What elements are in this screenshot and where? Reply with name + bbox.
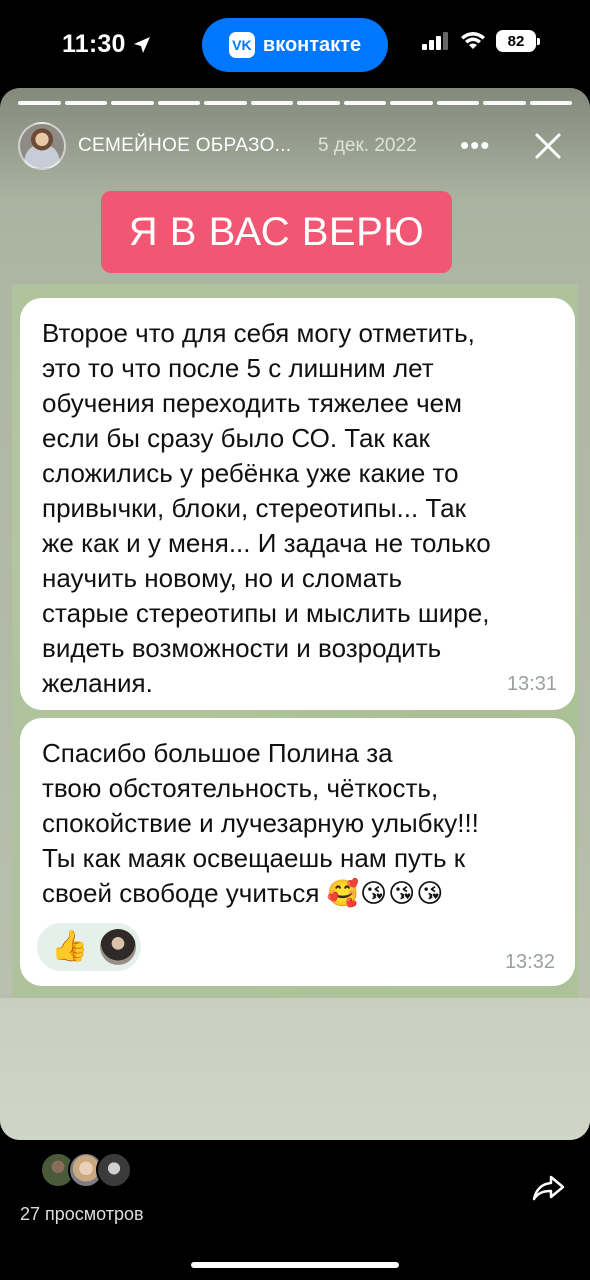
viewer-avatars[interactable] — [40, 1152, 132, 1188]
story-viewer[interactable]: СЕМЕЙНОЕ ОБРАЗО... 5 дек. 2022 ••• Я В В… — [0, 88, 590, 1140]
progress-segment — [297, 101, 340, 105]
vk-pill-label: вконтакте — [262, 33, 362, 56]
clock: 11:30 — [62, 30, 126, 58]
reaction-chip[interactable]: 👍 — [37, 923, 141, 971]
message-bubble: Второе что для себя могу отметить, это т… — [20, 298, 575, 710]
views-count[interactable]: 27 просмотров — [20, 1204, 144, 1225]
progress-segment — [343, 101, 386, 105]
more-options-icon[interactable]: ••• — [460, 130, 490, 161]
progress-segment — [436, 101, 479, 105]
message-text: Спасибо большое Полина за твою обстоятел… — [42, 736, 562, 911]
progress-segment — [250, 101, 293, 105]
status-time: 11:30 — [62, 30, 152, 59]
story-bottom-area — [0, 998, 590, 1140]
share-icon[interactable] — [532, 1174, 566, 1202]
message-emojis: 🥰😘😘😘 — [326, 878, 445, 908]
vk-back-pill[interactable]: VK вконтакте — [202, 18, 388, 72]
story-author[interactable]: СЕМЕЙНОЕ ОБРАЗО... — [78, 135, 291, 157]
story-sticker: Я В ВАС ВЕРЮ — [101, 191, 452, 273]
progress-segment — [204, 101, 247, 105]
progress-segment — [483, 101, 526, 105]
progress-segment — [64, 101, 107, 105]
story-progress-bar — [18, 101, 572, 105]
progress-segment — [111, 101, 154, 105]
progress-segment — [157, 101, 200, 105]
progress-segment — [18, 101, 61, 105]
progress-segment — [390, 101, 433, 105]
close-icon[interactable] — [534, 132, 562, 160]
story-date: 5 дек. 2022 — [318, 135, 417, 156]
vk-logo-icon: VK — [228, 32, 255, 58]
status-indicators: 82 — [422, 30, 540, 52]
home-indicator[interactable] — [191, 1262, 399, 1268]
battery-icon: 82 — [496, 30, 540, 52]
message-time: 13:31 — [506, 673, 557, 695]
reactor-avatar — [100, 929, 137, 965]
thumbs-up-icon: 👍 — [51, 930, 89, 963]
message-text: Второе что для себя могу отметить, это т… — [42, 318, 491, 698]
progress-segment — [529, 101, 572, 105]
wifi-icon — [461, 32, 485, 49]
cellular-signal-icon — [422, 32, 448, 50]
message-bubble: Спасибо большое Полина за твою обстоятел… — [20, 718, 575, 986]
author-avatar[interactable] — [18, 122, 66, 170]
message-time: 13:32 — [504, 951, 555, 973]
location-arrow-icon — [133, 36, 150, 53]
viewer-avatar — [96, 1152, 132, 1188]
